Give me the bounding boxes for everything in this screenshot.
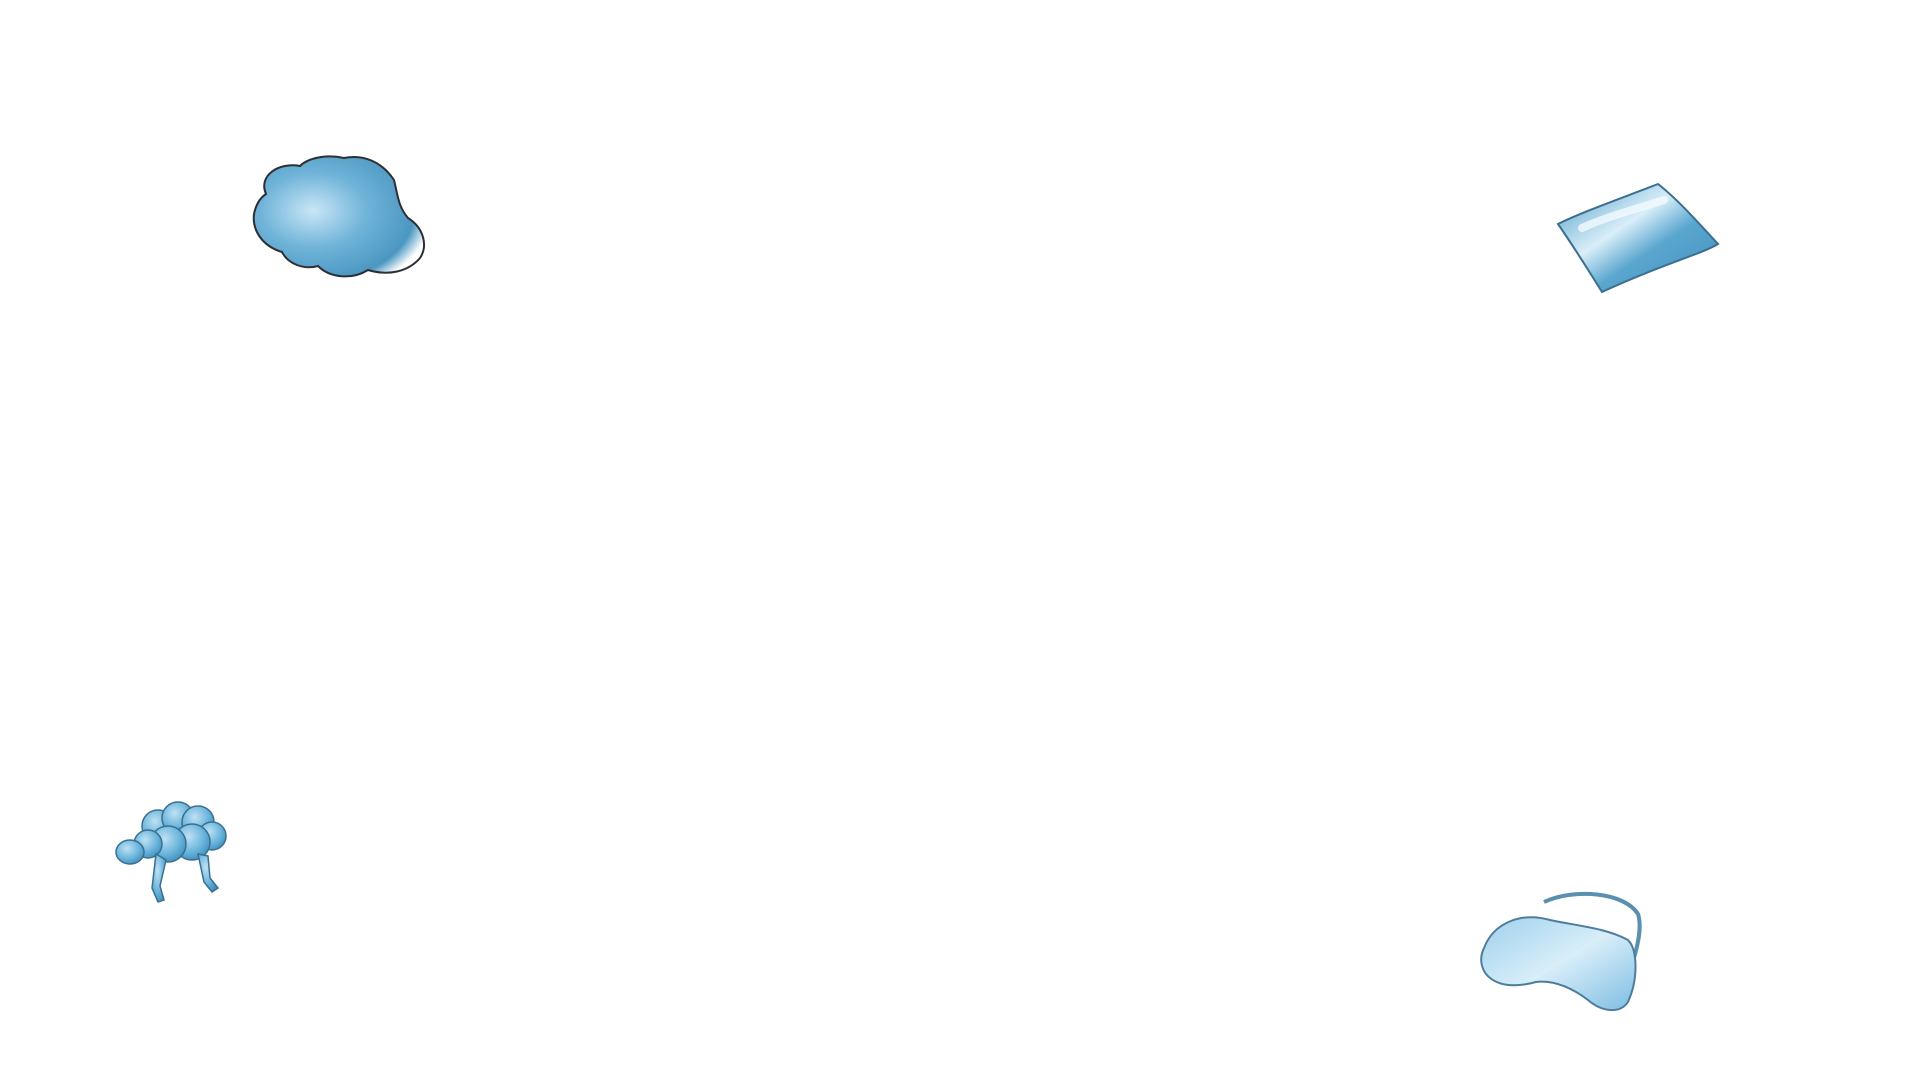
sleep-mask-icon [1480, 891, 1642, 1011]
cloud-icon [252, 155, 425, 278]
sheep-icon [115, 801, 227, 903]
pillow-icon [1556, 182, 1720, 294]
sleep-scene [0, 0, 1920, 1080]
